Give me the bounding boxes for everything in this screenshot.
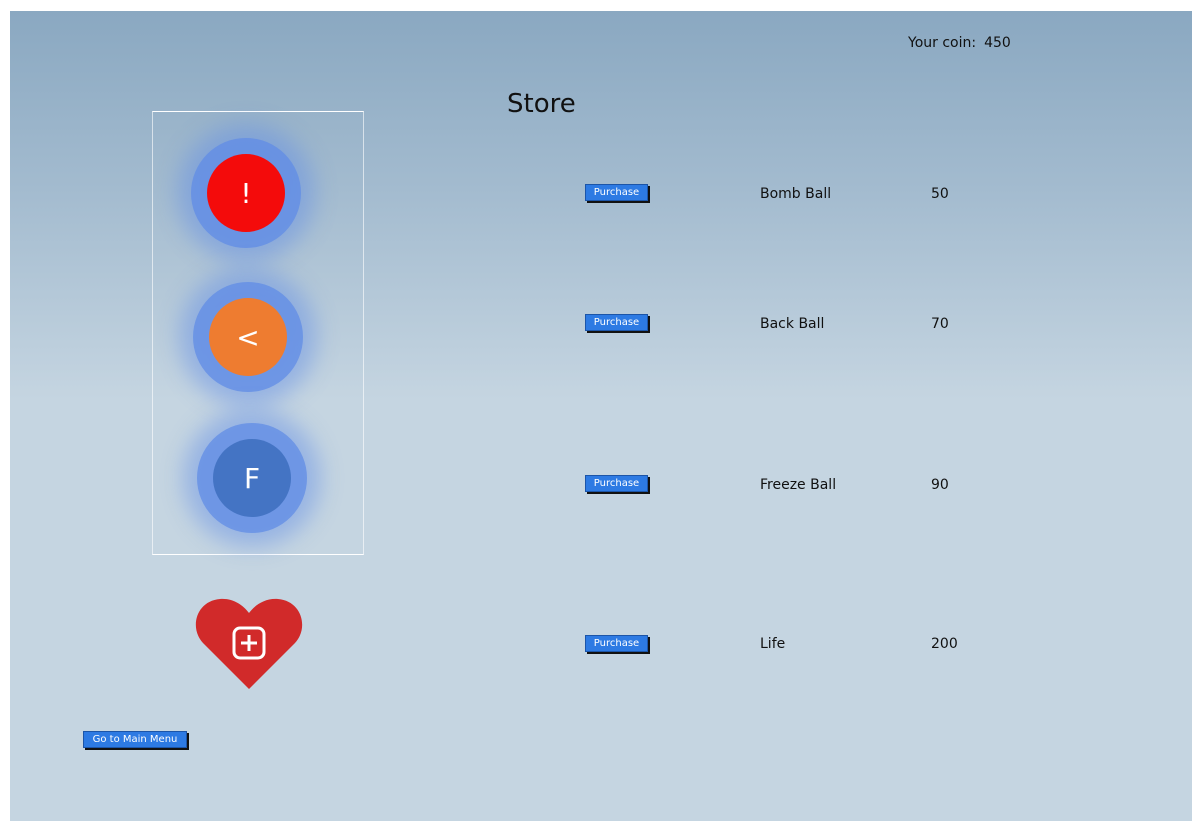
coin-counter: Your coin: 450 [908, 35, 1011, 51]
purchase-back-ball-button[interactable]: Purchase [585, 314, 648, 331]
back-ball-symbol: < [236, 320, 260, 354]
freeze-ball-icon: F [213, 439, 291, 517]
bomb-ball-icon: ! [207, 154, 285, 232]
coin-label: Your coin: [908, 35, 977, 51]
purchase-life-button[interactable]: Purchase [585, 635, 648, 652]
item-price-back-ball: 70 [931, 316, 949, 332]
item-name-life: Life [760, 636, 786, 652]
bomb-ball-symbol: ! [240, 176, 252, 210]
item-name-freeze-ball: Freeze Ball [760, 477, 837, 493]
item-price-freeze-ball: 90 [931, 477, 949, 493]
item-price-life: 200 [931, 636, 958, 652]
main-menu-button[interactable]: Go to Main Menu [83, 731, 187, 748]
back-ball-icon: < [209, 298, 287, 376]
purchase-bomb-ball-button[interactable]: Purchase [585, 184, 648, 201]
item-name-back-ball: Back Ball [760, 316, 825, 332]
purchase-freeze-ball-button[interactable]: Purchase [585, 475, 648, 492]
ball-preview-panel: ! < F [152, 111, 364, 555]
store-screen: Your coin: 450 Store ! < F Purchase Bomb … [10, 11, 1192, 821]
store-title: Store [507, 89, 576, 119]
freeze-ball-symbol: F [243, 461, 261, 495]
item-price-bomb-ball: 50 [931, 186, 949, 202]
life-heart-icon [195, 597, 303, 691]
item-name-bomb-ball: Bomb Ball [760, 186, 832, 202]
coin-value: 450 [984, 35, 1011, 51]
heart-plus-icon [195, 598, 303, 689]
